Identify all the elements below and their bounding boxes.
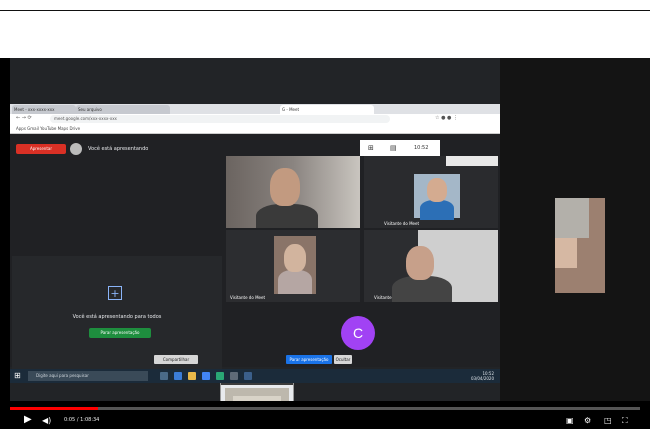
stop-presenting-button[interactable]: Parar apresentação [89, 328, 151, 338]
chat-icon[interactable]: ▤ [390, 144, 397, 152]
browser-tab-active[interactable]: G - Meet [280, 105, 374, 114]
window-strip [446, 156, 498, 166]
miniplayer-icon[interactable]: ◳ [604, 415, 612, 427]
extensions-icon[interactable]: ☆ ● ● ⋮ [435, 115, 458, 121]
meet-call-area: Apresentar Você está apresentando ⊞ ▤ 10… [10, 134, 500, 371]
task-view-icon[interactable] [160, 372, 168, 380]
windows-start-icon[interactable]: ⊞ [14, 371, 21, 380]
hide-chip[interactable]: Ocultar [334, 355, 352, 364]
popup-thumbnail [225, 388, 289, 401]
nav-arrows-icon[interactable]: ← → ⟳ [16, 115, 32, 121]
address-bar[interactable]: meet.google.com/xxx-xxxx-xxx [50, 115, 390, 123]
subtitles-icon[interactable]: ▣ [566, 415, 574, 427]
tray-date: 03/04/2020 [470, 376, 494, 381]
play-icon[interactable]: ▶ [24, 414, 32, 426]
meet-top-icons: ⊞ ▤ 10:52 [360, 140, 440, 156]
people-icon[interactable]: ⊞ [368, 144, 374, 152]
bookmarks-list[interactable]: Apps Gmail YouTube Maps Drive [10, 126, 80, 131]
participant-body [555, 198, 589, 238]
presentation-panel: + Você está apresentando para todos Para… [12, 256, 222, 371]
gear-icon[interactable]: ⚙ [584, 415, 591, 427]
video-feed [414, 174, 460, 220]
avatar [70, 143, 82, 155]
participant-name: Visitante [374, 295, 392, 300]
browser-toolbar: ← → ⟳ meet.google.com/xxx-xxxx-xxx ☆ ● ●… [10, 114, 500, 124]
participant-face [284, 244, 306, 272]
participant-tile[interactable]: Visitante do Meet [226, 230, 360, 302]
participant-face [555, 238, 577, 268]
share-chip[interactable]: Compartilhar [154, 355, 198, 364]
meet-clock: 10:52 [414, 145, 429, 151]
present-screen-icon: + [108, 286, 122, 300]
video-feed [274, 236, 316, 294]
browser-tab-strip: Meet - xxx-xxxx-xxx Seu arquivo G - Meet [10, 104, 500, 114]
participant-face [427, 178, 447, 202]
edge-icon[interactable] [174, 372, 182, 380]
participant-tile[interactable] [226, 156, 360, 228]
thumbnail-document [233, 396, 281, 401]
present-button[interactable]: Apresentar [16, 144, 66, 154]
windows-taskbar: ⊞ Digite aqui para pesquisar 10:52 03/04… [10, 369, 500, 383]
presentation-title: Você está apresentando para todos [72, 314, 162, 320]
browser-tab[interactable]: Seu arquivo [76, 105, 170, 114]
chrome-icon[interactable] [202, 372, 210, 380]
participant-body [256, 204, 318, 228]
fullscreen-icon[interactable]: ⛶ [622, 415, 628, 427]
avatar: C [341, 316, 375, 350]
app-icon[interactable] [230, 372, 238, 380]
participant-name: Visitante do Meet [230, 295, 266, 300]
video-player[interactable]: Meet - xxx-xxxx-xxx Seu arquivo G - Meet… [0, 58, 650, 429]
participant-face [406, 246, 434, 280]
system-tray[interactable]: 10:52 03/04/2020 [471, 371, 494, 381]
participant-face [270, 168, 300, 206]
participant-name: Visitante do Meet [384, 221, 420, 226]
player-controls: ▶ ◀) 0:05 / 1:08:34 ▣ ⚙ ◳ ⛶ [0, 412, 650, 429]
page-header [0, 0, 650, 11]
bookmarks-bar: Apps Gmail YouTube Maps Drive [10, 124, 500, 134]
progress-played [10, 407, 99, 410]
browser-tab[interactable]: Meet - xxx-xxxx-xxx [12, 105, 76, 114]
progress-bar[interactable] [10, 407, 640, 410]
participant-video-thumbnail[interactable] [555, 198, 605, 293]
time-display: 0:05 / 1:08:34 [64, 417, 100, 423]
participant-tile[interactable]: Visitante do Meet [364, 156, 498, 228]
video-frame[interactable]: Meet - xxx-xxxx-xxx Seu arquivo G - Meet… [10, 58, 500, 401]
participant-body [420, 200, 454, 220]
participant-tile[interactable]: Visitante [364, 230, 498, 302]
stop-presenting-chip[interactable]: Parar apresentação [286, 355, 332, 364]
file-explorer-icon[interactable] [188, 372, 196, 380]
side-panel [500, 58, 650, 401]
taskbar-search-input[interactable]: Digite aqui para pesquisar [28, 371, 148, 381]
participant-body [278, 270, 312, 294]
app-icon[interactable] [244, 372, 252, 380]
app-icon[interactable] [216, 372, 224, 380]
volume-icon[interactable]: ◀) [42, 415, 51, 427]
presenting-label: Você está apresentando [88, 146, 149, 152]
